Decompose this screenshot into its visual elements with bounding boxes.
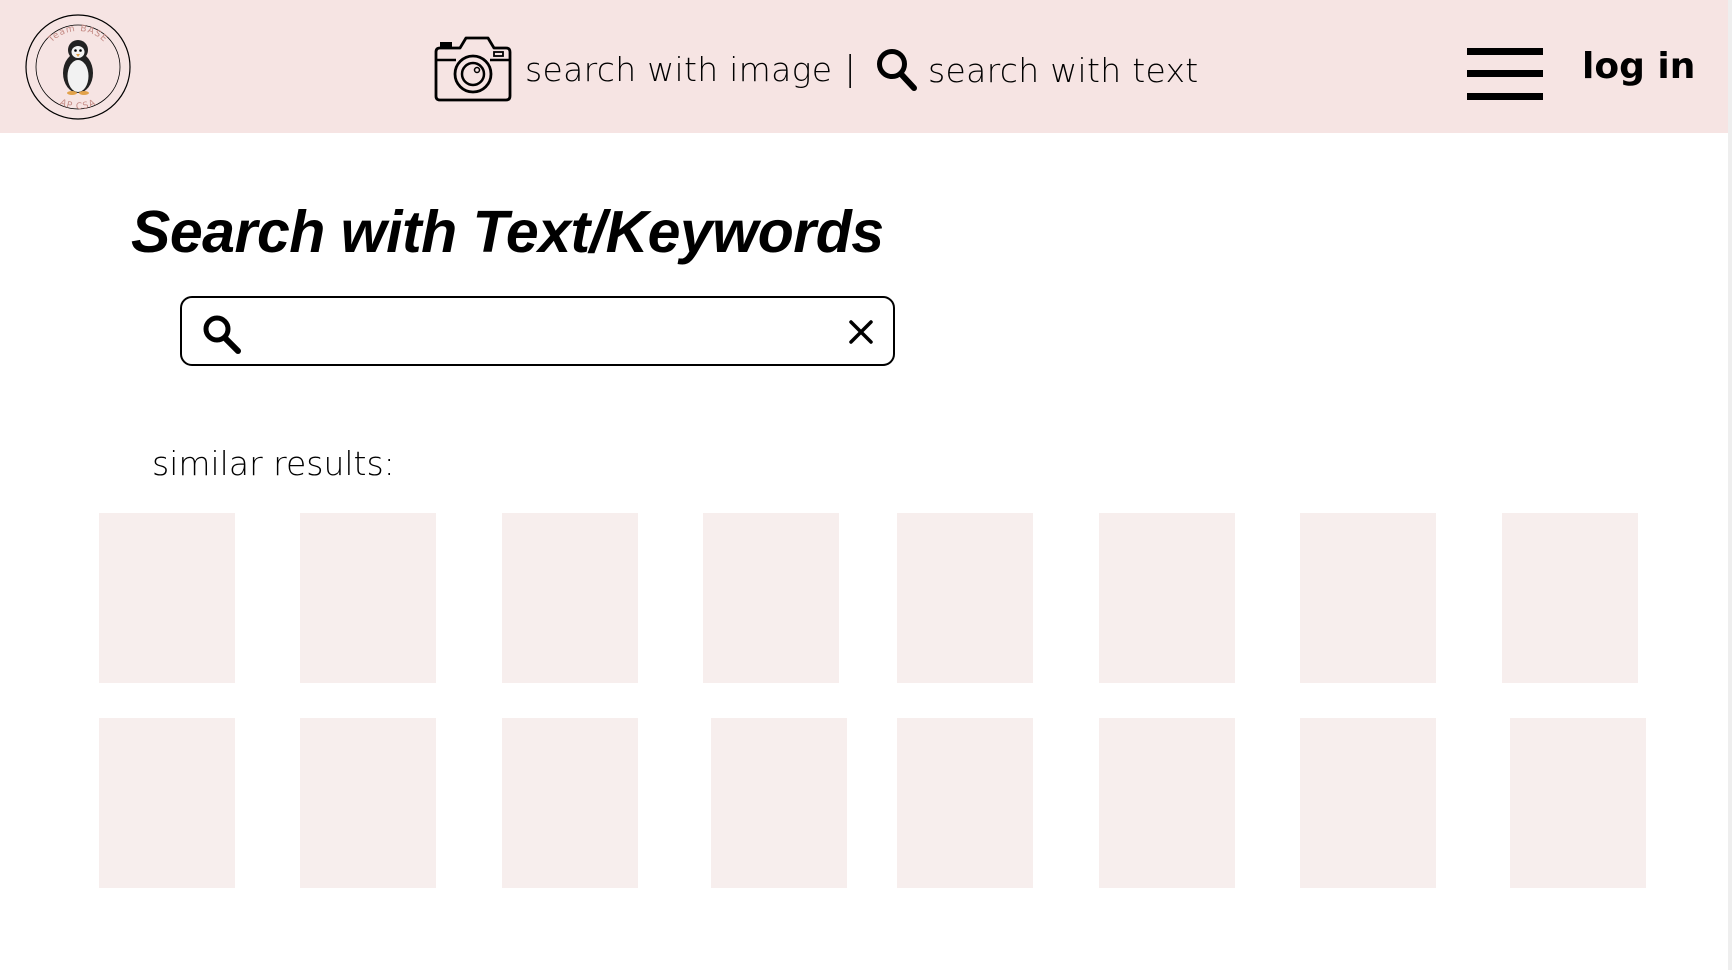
hamburger-menu-icon[interactable] bbox=[1467, 48, 1543, 100]
result-tile[interactable] bbox=[1502, 513, 1638, 683]
result-tile[interactable] bbox=[1099, 513, 1235, 683]
camera-icon bbox=[434, 36, 512, 102]
login-button[interactable]: log in bbox=[1582, 46, 1695, 87]
menu-bar bbox=[1467, 93, 1543, 100]
scrollbar-track[interactable] bbox=[1728, 0, 1732, 970]
nav-separator: | bbox=[844, 49, 856, 89]
result-tile[interactable] bbox=[502, 513, 638, 683]
menu-bar bbox=[1467, 70, 1543, 77]
result-tile[interactable] bbox=[1300, 513, 1436, 683]
similar-results-label: similar results: bbox=[152, 444, 395, 483]
team-logo[interactable]: Team BASE AP CSA bbox=[24, 13, 132, 121]
result-tile[interactable] bbox=[897, 718, 1033, 888]
result-tile[interactable] bbox=[300, 718, 436, 888]
text-search-box bbox=[180, 296, 895, 366]
result-tile[interactable] bbox=[1510, 718, 1646, 888]
search-icon bbox=[203, 315, 241, 354]
result-tile[interactable] bbox=[711, 718, 847, 888]
top-header: Team BASE AP CSA search with image | sea… bbox=[0, 0, 1728, 133]
logo-bottom-text: AP CSA bbox=[58, 98, 97, 112]
result-tile[interactable] bbox=[99, 513, 235, 683]
search-with-image-link[interactable]: search with image | bbox=[432, 34, 856, 104]
result-tile[interactable] bbox=[99, 718, 235, 888]
search-icon bbox=[877, 49, 917, 91]
menu-bar bbox=[1467, 48, 1543, 55]
search-with-image-label: search with image bbox=[525, 49, 833, 89]
result-tile[interactable] bbox=[703, 513, 839, 683]
svg-text:AP CSA: AP CSA bbox=[58, 98, 98, 112]
close-icon[interactable] bbox=[847, 318, 875, 346]
search-input[interactable] bbox=[258, 308, 822, 356]
result-tile[interactable] bbox=[897, 513, 1033, 683]
search-with-text-link[interactable]: search with text bbox=[876, 44, 1199, 96]
page-title: Search with Text/Keywords bbox=[131, 199, 884, 265]
result-tile[interactable] bbox=[300, 513, 436, 683]
result-tile[interactable] bbox=[1099, 718, 1235, 888]
penguin-logo-icon: Team BASE AP CSA bbox=[25, 14, 131, 120]
result-tile[interactable] bbox=[1300, 718, 1436, 888]
result-tile[interactable] bbox=[502, 718, 638, 888]
search-with-text-label: search with text bbox=[928, 50, 1199, 90]
